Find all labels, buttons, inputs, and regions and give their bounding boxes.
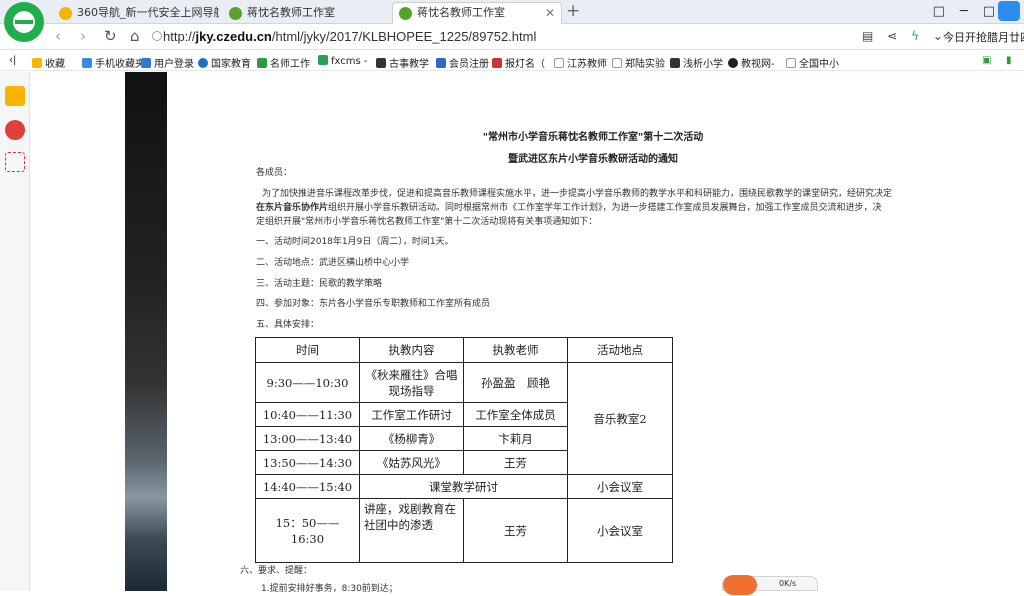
cell-time: 15：50——16:30 [255, 498, 360, 563]
item-time: 一、活动时间2018年1月9日（周二），时间1天。 [256, 237, 454, 247]
cell-teacher: 工作室全体成员 [463, 402, 568, 427]
tab-label: 蒋忱名教师工作室 [247, 6, 335, 19]
header-time: 时间 [255, 337, 360, 363]
article-title: "常州市小学音乐蒋忱名教师工作室"第十二次活动 [482, 132, 704, 143]
item-participants: 四、参加对象：东片各小学音乐专职教师和工作室所有成员 [256, 299, 491, 309]
cell-teacher: 卞莉月 [463, 426, 568, 451]
bookmark-zhenglu[interactable]: 郑陆实验 [612, 55, 665, 70]
table-row: 15：50——16:30 讲座，戏剧教育在社团中的渗透 王芳 小会议室 [255, 498, 673, 563]
cell-time: 13:00——13:40 [255, 426, 360, 451]
tab-label: 蒋忱名教师工作室 [417, 6, 505, 19]
tab-favicon-icon [59, 7, 72, 20]
tab-label: 360导航_新一代安全上网导航 [77, 6, 220, 19]
dropdown-icon[interactable]: ⌄ [933, 29, 943, 43]
bookmark-analysis[interactable]: 浅析小学 [670, 55, 723, 70]
back-icon[interactable]: ‹ [55, 27, 61, 45]
weibo-icon[interactable] [5, 120, 25, 140]
bookmark-fxcms[interactable]: fxcms - [318, 55, 368, 67]
cell-time: 9:30——10:30 [255, 362, 360, 403]
item-schedule: 五、具体安排： [256, 320, 320, 330]
cell-content: 《秋来雁往》合唱现场指导 [359, 362, 464, 403]
bookmarks-toggle-icon[interactable]: ‹| [9, 55, 16, 66]
speed-ball-icon[interactable] [723, 575, 757, 595]
bookmark-national-edu[interactable]: 国家教育 [198, 55, 251, 70]
greeting: 各成员： [256, 168, 293, 178]
cell-teacher: 王芳 [463, 498, 568, 563]
extension-2-icon[interactable]: ▮ [1006, 55, 1012, 66]
table-row: 9:30——10:30 《秋来雁往》合唱现场指导 孙盈盈 顾艳 音乐教室2 [255, 362, 673, 475]
reader-mode-icon[interactable]: ▤ [862, 29, 873, 43]
bookmark-teacher-studio[interactable]: 名师工作 [257, 55, 310, 70]
restore-icon[interactable]: □ [929, 1, 949, 23]
bookmark-login[interactable]: 用户登录 [141, 55, 194, 70]
tab-studio-1[interactable]: 蒋忱名教师工作室 [222, 2, 390, 24]
cell-content: 《杨柳青》 [359, 426, 464, 451]
bookmark-national-school[interactable]: 全国中小 [786, 55, 839, 70]
browser-logo-icon[interactable] [4, 2, 44, 42]
bookmark-jiangsu-teacher[interactable]: 江苏教师 [554, 55, 607, 70]
cloud-sync-icon[interactable] [998, 1, 1020, 21]
cell-time: 14:40——15:40 [255, 474, 360, 499]
item-place: 二、活动地点：武进区横山桥中心小学 [256, 258, 410, 268]
bookmarks-bar: ‹| 收藏 手机收藏夹 用户登录 国家教育 名师工作 fxcms - 古事教学 … [0, 51, 1024, 71]
forward-icon[interactable]: › [80, 27, 86, 45]
cell-content: 《姑苏风光》 [359, 450, 464, 475]
bookmark-mobile[interactable]: 手机收藏夹 [82, 55, 145, 70]
tab-favicon-icon [399, 7, 412, 20]
table-header-row: 时间 执教内容 执教老师 活动地点 [255, 337, 673, 363]
bookmark-register[interactable]: 会员注册 [436, 55, 489, 70]
intro-paragraph: 为了加快推进音乐课程改革步伐，促进和提高音乐教师课程实施水平，进一步提高小学音乐… [256, 189, 893, 227]
address-tools: ▤ ⋖ ϟ ⌄ [862, 29, 953, 43]
minimize-icon[interactable]: ─ [954, 1, 974, 23]
maximize-icon[interactable]: □ [979, 1, 999, 23]
item-requirements: 六、要求、提醒： [240, 566, 313, 576]
item-theme: 三、活动主题：民歌的教学策略 [256, 279, 383, 289]
cell-teacher: 王芳 [463, 450, 568, 475]
table-row: 14:40——15:40 课堂教学研讨 小会议室 [255, 474, 673, 499]
favorites-star-icon[interactable] [5, 86, 25, 106]
cell-place: 小会议室 [567, 474, 673, 499]
refresh-icon[interactable]: ↻ [104, 27, 117, 45]
url-field[interactable]: http://jky.czedu.cn/html/jyky/2017/KLBHO… [163, 29, 536, 44]
cell-content: 讲座，戏剧教育在社团中的渗透 [359, 498, 464, 563]
address-bar: ‹ › ↻ ⌂ http://jky.czedu.cn/html/jyky/20… [0, 24, 1024, 50]
share-icon[interactable]: ⋖ [887, 29, 897, 43]
tab-close-icon[interactable]: ✕ [545, 3, 555, 23]
speed-readout: 0K/s [779, 579, 797, 588]
tab-studio-active[interactable]: 蒋忱名教师工作室 ✕ [392, 2, 562, 24]
tab-favicon-icon [229, 7, 242, 20]
decorative-image-strip [125, 72, 167, 591]
article-subtitle: 暨武进区东片小学音乐教研活动的通知 [508, 154, 678, 165]
home-icon[interactable]: ⌂ [130, 27, 140, 45]
cell-time: 13:50——14:30 [255, 450, 360, 475]
extension-icon[interactable]: ▣ [982, 55, 991, 66]
promo-text[interactable]: 今日开抢腊月廿四 [943, 29, 1024, 45]
cell-place-merged: 音乐教室2 [567, 362, 673, 475]
cell-time: 10:40——11:30 [255, 402, 360, 427]
header-teacher: 执教老师 [463, 337, 568, 363]
cell-place: 小会议室 [567, 498, 673, 563]
title-bar: 360导航_新一代安全上网导航 蒋忱名教师工作室 蒋忱名教师工作室 ✕ + □ … [0, 0, 1024, 24]
bookmark-lantern[interactable]: 报灯名（ [492, 55, 545, 70]
page-info-icon[interactable] [152, 31, 162, 41]
bookmark-ancient-teaching[interactable]: 古事教学 [376, 55, 429, 70]
bookmark-edu-video[interactable]: 教视网- [728, 55, 775, 70]
cell-content: 工作室工作研讨 [359, 402, 464, 427]
new-tab-button[interactable]: + [566, 1, 580, 21]
header-place: 活动地点 [567, 337, 673, 363]
speedup-icon[interactable]: ϟ [911, 29, 919, 43]
tab-360-nav[interactable]: 360导航_新一代安全上网导航 [52, 2, 220, 24]
bookmark-favorites[interactable]: 收藏 [32, 55, 65, 70]
left-sidebar [0, 72, 30, 591]
item-requirement-1: 1.提前安排好事务，8:30前到达； [261, 584, 398, 594]
cell-teacher: 孙盈盈 顾艳 [463, 362, 568, 403]
mail-icon[interactable] [5, 152, 25, 172]
cell-content-merged: 课堂教学研讨 [359, 474, 568, 499]
header-content: 执教内容 [359, 337, 464, 363]
network-speed-widget[interactable]: 0K/s [722, 575, 818, 595]
schedule-table: 时间 执教内容 执教老师 活动地点 9:30——10:30 《秋来雁往》合唱现场… [255, 337, 673, 563]
